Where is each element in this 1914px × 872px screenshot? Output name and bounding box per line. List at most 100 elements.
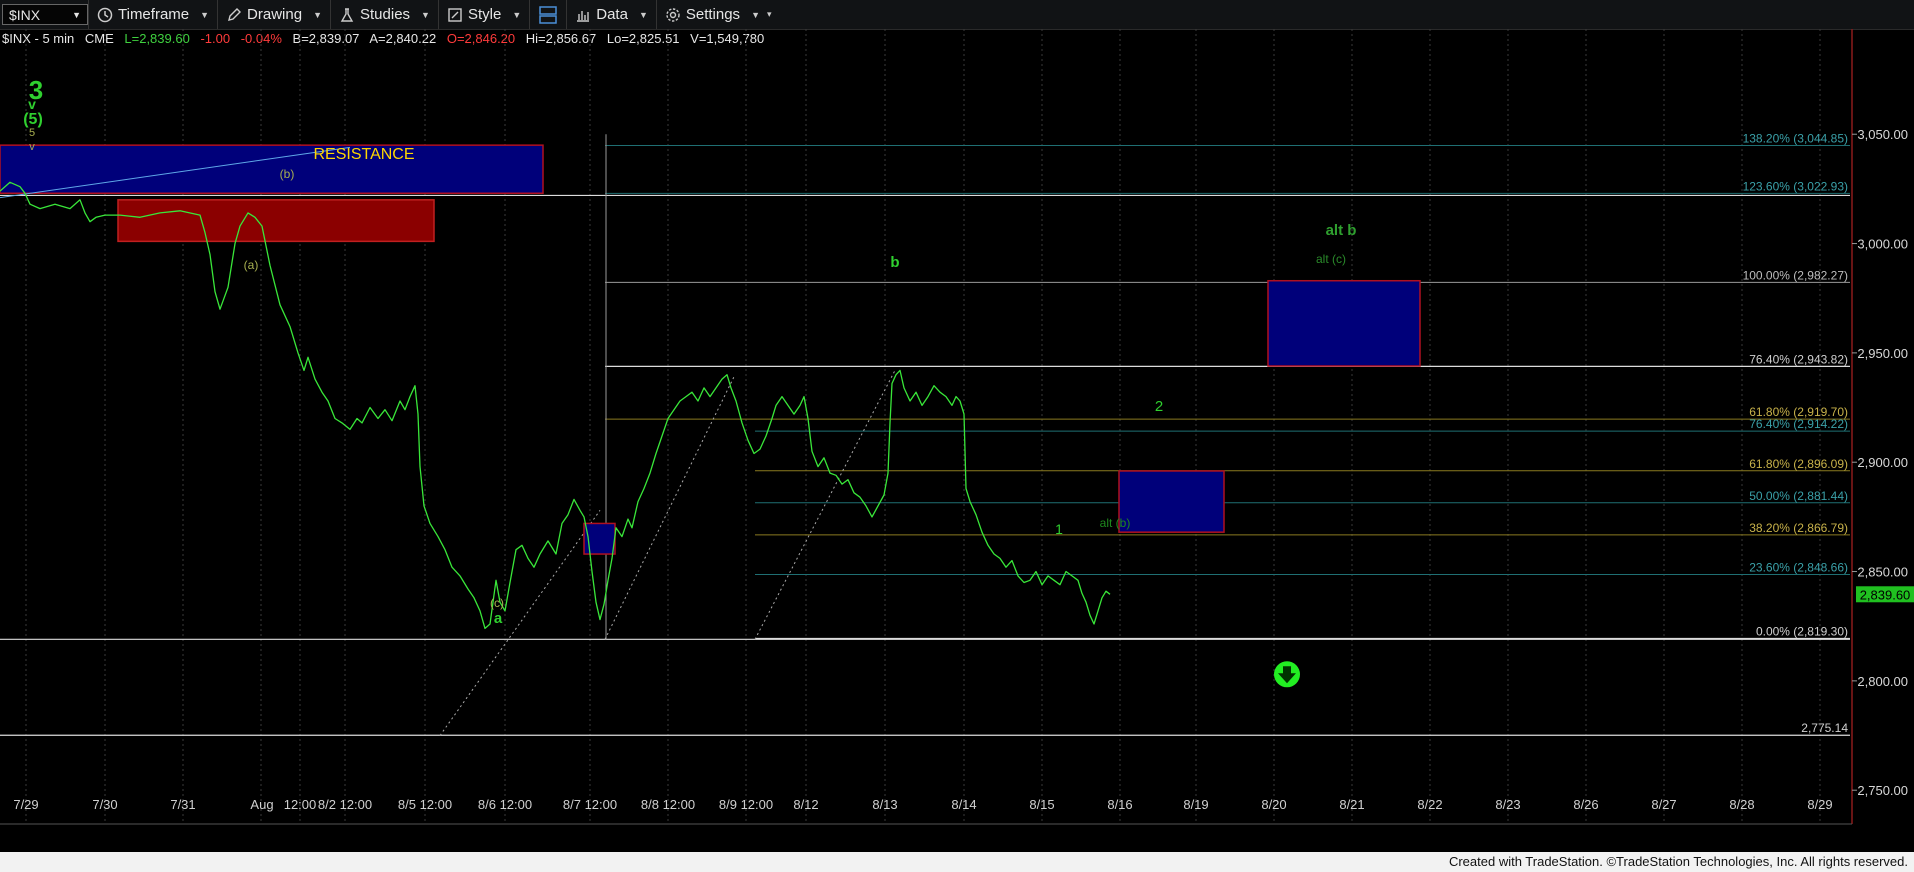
y-tick-label: 2,900.00 [1857,455,1908,470]
x-tick-label: 8/27 [1651,797,1676,812]
wave-c-paren-label: (c) [490,596,504,610]
fib-level-label: 23.60% (2,848.66) [1749,560,1848,574]
wave-b-label: b [890,254,899,271]
wave-5-paren-label: (5) [23,111,43,128]
alt-b-target-box [1267,279,1421,367]
data-button[interactable]: Data ▼ [566,0,656,29]
wave-v-small-label: v [29,141,35,153]
alt-b-paren-label: alt (b) [1100,516,1131,530]
caret-down-icon: ▼ [313,9,322,20]
caret-down-icon: ▼ [512,9,522,20]
timeframe-label: Timeframe [118,6,190,23]
x-tick-label: 8/26 [1573,797,1598,812]
caret-down-icon: ▼ [638,9,648,20]
dotted-trend-line [439,510,601,736]
fib-level-label: 61.80% (2,896.09) [1749,457,1848,471]
y-tick-label: 2,850.00 [1857,565,1908,580]
wave-v-label: v [28,96,36,112]
price-line [0,181,1111,630]
x-tick-label: 8/19 [1183,797,1208,812]
settings-label: Settings [685,6,741,23]
y-tick-label: 3,050.00 [1857,127,1908,142]
data-label: Data [596,6,628,23]
x-tick-label: 7/30 [92,797,117,812]
x-tick-label: 8/21 [1339,797,1364,812]
style-icon [448,7,462,22]
alt-b-label: alt b [1326,222,1357,239]
studies-label: Studies [360,6,411,23]
x-tick-label: 8/6 12:00 [478,797,532,812]
x-tick-label: 7/29 [13,797,38,812]
data-icon [577,10,590,22]
y-tick-label: 3,000.00 [1857,237,1908,252]
timeframe-button[interactable]: Timeframe ▼ [88,0,217,29]
caret-down-icon: ▼ [200,9,210,20]
price-chart[interactable]: 3(5)v5v RESISTANCE(b)(a)(c)ab1 alt (b)2alt… [0,29,1914,852]
alt-c-label: alt (c) [1316,252,1346,266]
fib-level-label: 2,775.14 [1801,721,1848,735]
x-tick-label: 8/12 [793,797,818,812]
fib-labels: 138.20% (3,044.85) 123.60% (3,022.93) 100.… [1743,131,1849,735]
studies-button[interactable]: Studies ▼ [330,0,438,29]
x-tick-label: 8/5 12:00 [398,797,452,812]
down-arrow-icon [1274,661,1300,688]
symbol-input[interactable]: $INX ▼ [2,4,88,25]
y-axis: 3,050.00 3,000.00 2,950.00 2,900.00 2,850.00… [1851,29,1914,824]
x-tick-label: 8/22 [1417,797,1442,812]
wave-b-paren-label: (b) [280,167,295,181]
y-tick-label: 2,800.00 [1857,674,1908,689]
last-price-label: 2,839.60 [1860,587,1911,602]
x-tick-label: 8/15 [1029,797,1054,812]
wave-a-paren-label: (a) [244,258,259,272]
style-button[interactable]: Style ▼ [437,0,529,29]
clock-icon [97,7,113,22]
fib-level-label: 138.20% (3,044.85) [1743,131,1848,145]
x-tick-label: 8/20 [1261,797,1286,812]
fib-level-label: 76.40% (2,914.22) [1749,417,1848,431]
layout-icon [539,5,557,24]
x-tick-label: 12:00 [284,797,317,812]
x-tick-label: 8/29 [1807,797,1832,812]
resistance-box [117,199,435,243]
y-tick-label: 2,750.00 [1857,783,1908,798]
fib-level-label: 0.00% (2,819.30) [1756,625,1848,639]
x-tick-label: 8/16 [1107,797,1132,812]
copyright-footer: Created with TradeStation. ©TradeStation… [0,852,1914,872]
x-tick-label: 8/7 12:00 [563,797,617,812]
wave-5-label: 5 [29,127,35,139]
settings-button[interactable]: Settings ▼ ▾ [655,0,780,29]
x-tick-label: 8/23 [1495,797,1520,812]
chevron-down-icon: ▼ [72,9,81,20]
drawing-button[interactable]: Drawing ▼ [217,0,330,29]
x-tick-label: 8/14 [951,797,976,812]
pencil-icon [228,7,242,21]
layout-button[interactable] [529,0,566,29]
caret-down-icon: ▼ [751,9,760,20]
price-series [0,181,1111,630]
dotted-trend-line [754,370,896,640]
x-tick-label: 8/13 [872,797,897,812]
caret-down-icon: ▾ [766,9,772,19]
fib-level-label: 50.00% (2,881.44) [1749,489,1848,503]
fib-level-label: 76.40% (2,943.82) [1749,352,1848,366]
fib-level-label: 38.20% (2,866.79) [1749,521,1848,535]
gear-icon [666,7,680,22]
x-tick-label: Aug [250,797,273,812]
x-tick-label: 8/2 12:00 [318,797,372,812]
x-tick-label: 8/28 [1729,797,1754,812]
wave-a-label: a [494,610,503,627]
y-tick-label: 2,950.00 [1857,346,1908,361]
caret-down-icon: ▼ [421,9,430,20]
x-tick-label: 8/9 12:00 [719,797,773,812]
chart-toolbar: $INX ▼ Timeframe ▼ Drawing ▼ Studies ▼ S… [0,0,1914,30]
wave-2-label: 2 [1155,398,1163,415]
wave-1-label: 1 [1055,521,1063,537]
x-tick-label: 8/8 12:00 [641,797,695,812]
fib-level-label: 100.00% (2,982.27) [1743,268,1848,282]
studies-icon [340,7,354,22]
annotation-boxes [0,144,1421,555]
wave-2-target-box [1118,470,1225,533]
x-tick-label: 7/31 [170,797,195,812]
x-axis: 7/29 7/30 7/31 Aug 12:00 8/2 12:00 8/5 12:00 8/… [0,797,1852,825]
style-label: Style [467,6,502,23]
